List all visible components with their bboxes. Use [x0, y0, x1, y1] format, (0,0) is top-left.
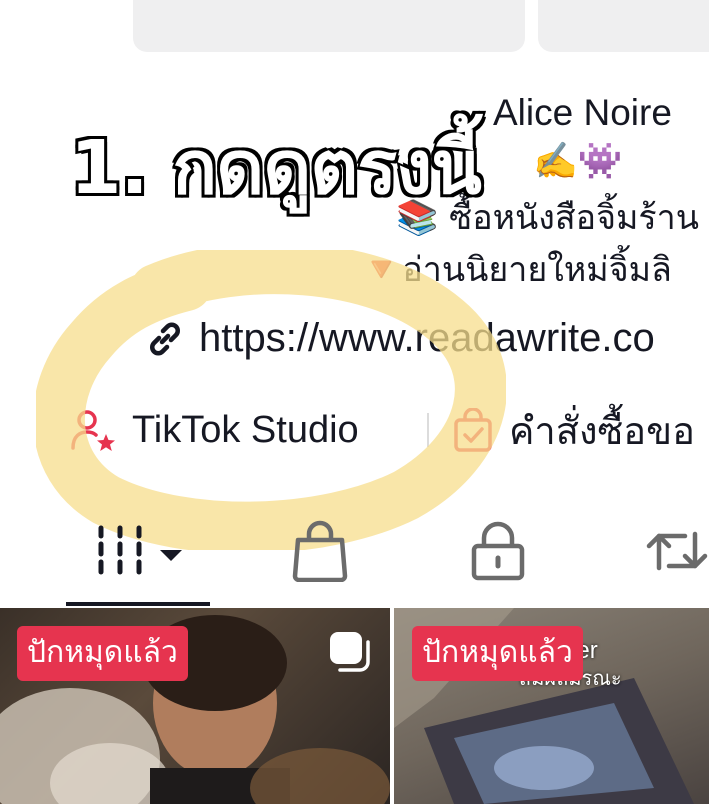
tiktok-studio-label: TikTok Studio	[132, 408, 359, 451]
pinned-badge: ปักหมุดแล้ว	[412, 626, 583, 681]
tiktok-studio-button[interactable]: TikTok Studio	[70, 408, 425, 452]
bag-check-icon	[454, 408, 492, 452]
instruction-overlay-text: 1. กดดูตรงนี้	[68, 123, 484, 213]
video-thumbnail-2[interactable]: ปักหมุดแล้ว Danger สมผลมรณะ	[394, 608, 709, 804]
active-tab-indicator	[66, 602, 210, 606]
grid-icon	[98, 525, 182, 575]
video-thumbnail-1[interactable]: ปักหมุดแล้ว	[0, 608, 390, 804]
tab-reposts[interactable]	[645, 520, 709, 586]
orders-button[interactable]: คำสั่งซื้อขอ	[453, 400, 695, 461]
repost-icon	[646, 531, 708, 571]
name-emojis: ✍️👾	[533, 141, 623, 182]
creator-tools-row: TikTok Studio คำสั่งซื้อขอ	[70, 400, 695, 460]
tab-shop[interactable]	[290, 520, 350, 586]
display-name: Alice Noire	[493, 92, 672, 133]
lock-icon	[471, 521, 525, 581]
multi-photo-icon	[330, 632, 370, 672]
pinned-badge: ปักหมุดแล้ว	[17, 626, 188, 681]
share-profile-button[interactable]	[538, 0, 709, 52]
profile-tabs	[0, 510, 709, 610]
bio-line-2: 🔻อ่านนิยายใหม่จิ้มลิ	[360, 250, 672, 290]
tools-divider	[427, 413, 429, 447]
person-star-icon	[71, 410, 115, 451]
tab-private[interactable]	[470, 520, 526, 586]
edit-profile-button[interactable]	[133, 0, 525, 52]
link-icon	[150, 322, 180, 355]
profile-link[interactable]: https://www.readawrite.co	[145, 316, 655, 361]
tab-videos[interactable]	[96, 520, 188, 584]
orders-label: คำสั่งซื้อขอ	[509, 410, 695, 453]
profile-link-text: https://www.readawrite.co	[199, 316, 655, 360]
chevron-down-icon	[160, 550, 182, 561]
shopping-bag-icon	[292, 520, 348, 583]
